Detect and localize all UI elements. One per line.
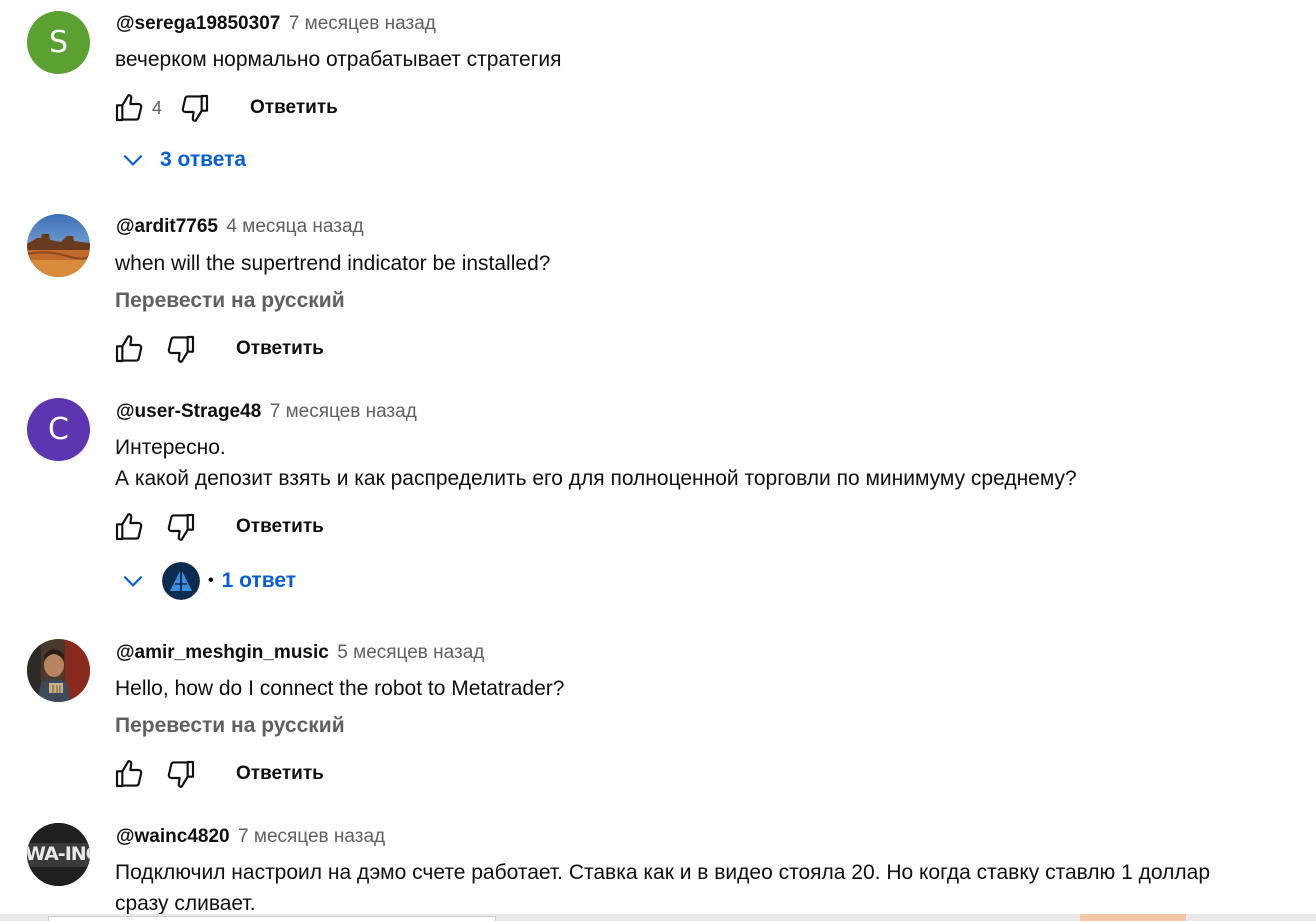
comment-header: @user-Strage48 7 месяцев назад: [116, 401, 417, 427]
reply-button[interactable]: Ответить: [250, 97, 338, 119]
reply-button[interactable]: Ответить: [236, 763, 324, 785]
dislike-button[interactable]: [164, 510, 198, 544]
comment-text: when will the supertrend indicator be in…: [115, 252, 551, 275]
separator-dot: •: [208, 572, 214, 589]
avatar-letter: С: [48, 412, 69, 447]
avatar[interactable]: С: [27, 398, 90, 461]
comment-header: @wainc4820 7 месяцев назад: [116, 826, 385, 852]
reply-button[interactable]: Ответить: [236, 516, 324, 538]
dislike-button[interactable]: [164, 332, 198, 366]
replies-count[interactable]: 3 ответа: [160, 148, 246, 172]
avatar[interactable]: S: [27, 11, 90, 74]
browser-bottom-edge: [0, 914, 1316, 921]
author-name[interactable]: @wainc4820: [116, 826, 230, 847]
comment-time[interactable]: 7 месяцев назад: [270, 401, 417, 422]
replies-toggle[interactable]: 3 ответа: [120, 140, 246, 180]
like-button[interactable]: [112, 757, 146, 791]
like-count: 4: [152, 97, 163, 118]
translate-link[interactable]: Перевести на русский: [115, 289, 345, 313]
thumb-down-icon: [165, 758, 197, 790]
chevron-down-icon: [120, 147, 146, 173]
comment-time[interactable]: 5 месяцев назад: [337, 642, 484, 663]
replies-toggle[interactable]: • 1 ответ: [120, 561, 296, 601]
comment-actions: 4 Ответить: [112, 91, 338, 125]
thumb-down-icon: [165, 333, 197, 365]
comment-actions: Ответить: [112, 757, 324, 791]
avatar[interactable]: [27, 214, 90, 277]
comment-actions: Ответить: [112, 332, 324, 366]
channel-logo-icon: [162, 562, 200, 600]
reply-author-avatar: [162, 562, 200, 600]
dislike-button[interactable]: [164, 757, 198, 791]
thumb-up-icon: [113, 758, 145, 790]
author-name[interactable]: @amir_meshgin_music: [116, 642, 329, 663]
reply-button[interactable]: Ответить: [236, 338, 324, 360]
bottom-edge-segment: [1080, 914, 1186, 921]
comment-actions: Ответить: [112, 510, 324, 544]
comment-header: @amir_meshgin_music 5 месяцев назад: [116, 642, 484, 668]
like-button[interactable]: [112, 510, 146, 544]
thumb-down-icon: [165, 511, 197, 543]
comment-time[interactable]: 4 месяца назад: [226, 216, 363, 237]
dislike-button[interactable]: [178, 91, 212, 125]
avatar[interactable]: [27, 639, 90, 702]
author-name[interactable]: @user-Strage48: [116, 401, 261, 422]
author-name[interactable]: @serega19850307: [116, 13, 280, 34]
translate-link[interactable]: Перевести на русский: [115, 714, 345, 738]
bottom-edge-segment: [48, 916, 496, 921]
thumb-up-icon: [113, 333, 145, 365]
avatar-letter: S: [48, 25, 69, 60]
thumb-up-icon: [113, 92, 145, 124]
comment-header: @serega19850307 7 месяцев назад: [116, 13, 436, 39]
like-button[interactable]: [112, 332, 146, 366]
comment-text: сразу сливает.: [115, 892, 256, 915]
like-button[interactable]: [112, 91, 146, 125]
person-photo-avatar-icon: [27, 639, 90, 702]
comment-time[interactable]: 7 месяцев назад: [238, 826, 385, 847]
replies-count[interactable]: 1 ответ: [222, 569, 296, 593]
author-name[interactable]: @ardit7765: [116, 216, 218, 237]
thumb-down-icon: [179, 92, 211, 124]
comment-text: Интересно.: [115, 436, 226, 459]
comment-text: А какой депозит взять и как распределить…: [115, 467, 1077, 490]
comment-text: вечерком нормально отрабатывает стратеги…: [115, 48, 562, 71]
chevron-down-icon: [120, 568, 146, 594]
comment-text: Hello, how do I connect the robot to Met…: [115, 677, 565, 700]
comment-header: @ardit7765 4 месяца назад: [116, 216, 364, 242]
comment-text: Подключил настроил на дэмо счете работае…: [115, 861, 1210, 884]
avatar-logo-text: WA-INC: [27, 843, 90, 865]
comment-time[interactable]: 7 месяцев назад: [289, 13, 436, 34]
avatar[interactable]: WA-INC: [27, 823, 90, 886]
desert-landscape-avatar-icon: [27, 214, 90, 277]
thumb-up-icon: [113, 511, 145, 543]
